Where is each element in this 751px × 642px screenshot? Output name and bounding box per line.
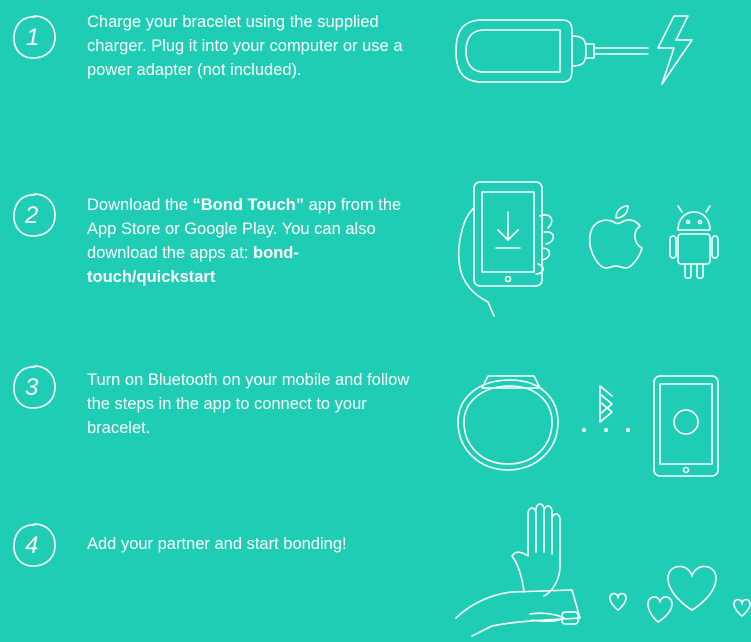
step-number-3: 3 — [9, 362, 59, 412]
heart-icon — [609, 565, 751, 623]
android-icon — [669, 205, 719, 280]
bluetooth-icon — [582, 385, 631, 433]
charger-illustration — [452, 12, 722, 97]
step-number-4: 4 — [9, 520, 59, 570]
bracelet-icon — [457, 375, 559, 471]
app-name: “Bond Touch” — [192, 196, 305, 214]
step-text: Turn on Bluetooth on your mobile and fol… — [87, 371, 410, 437]
phone-download-icon — [457, 181, 555, 317]
step-text: Charge your bracelet using the supplied … — [87, 13, 403, 79]
step-text: Add your partner and start bonding! — [87, 535, 347, 553]
svg-text:3: 3 — [25, 374, 39, 401]
svg-text:2: 2 — [24, 202, 38, 229]
bonding-illustration — [452, 500, 751, 642]
svg-text:4: 4 — [25, 532, 38, 559]
hand-wrist-icon — [455, 503, 581, 637]
charger-plug-icon — [455, 19, 649, 83]
app-download-illustration — [452, 178, 722, 323]
svg-text:1: 1 — [26, 24, 39, 51]
tablet-icon — [653, 375, 719, 477]
bluetooth-pairing-illustration — [452, 362, 722, 487]
step-text: Download the “Bond Touch” app from the A… — [87, 196, 402, 286]
step-number-2: 2 — [9, 190, 59, 240]
apple-icon — [588, 205, 643, 269]
step-number-1: 1 — [9, 12, 59, 62]
lightning-bolt-icon — [657, 15, 693, 85]
